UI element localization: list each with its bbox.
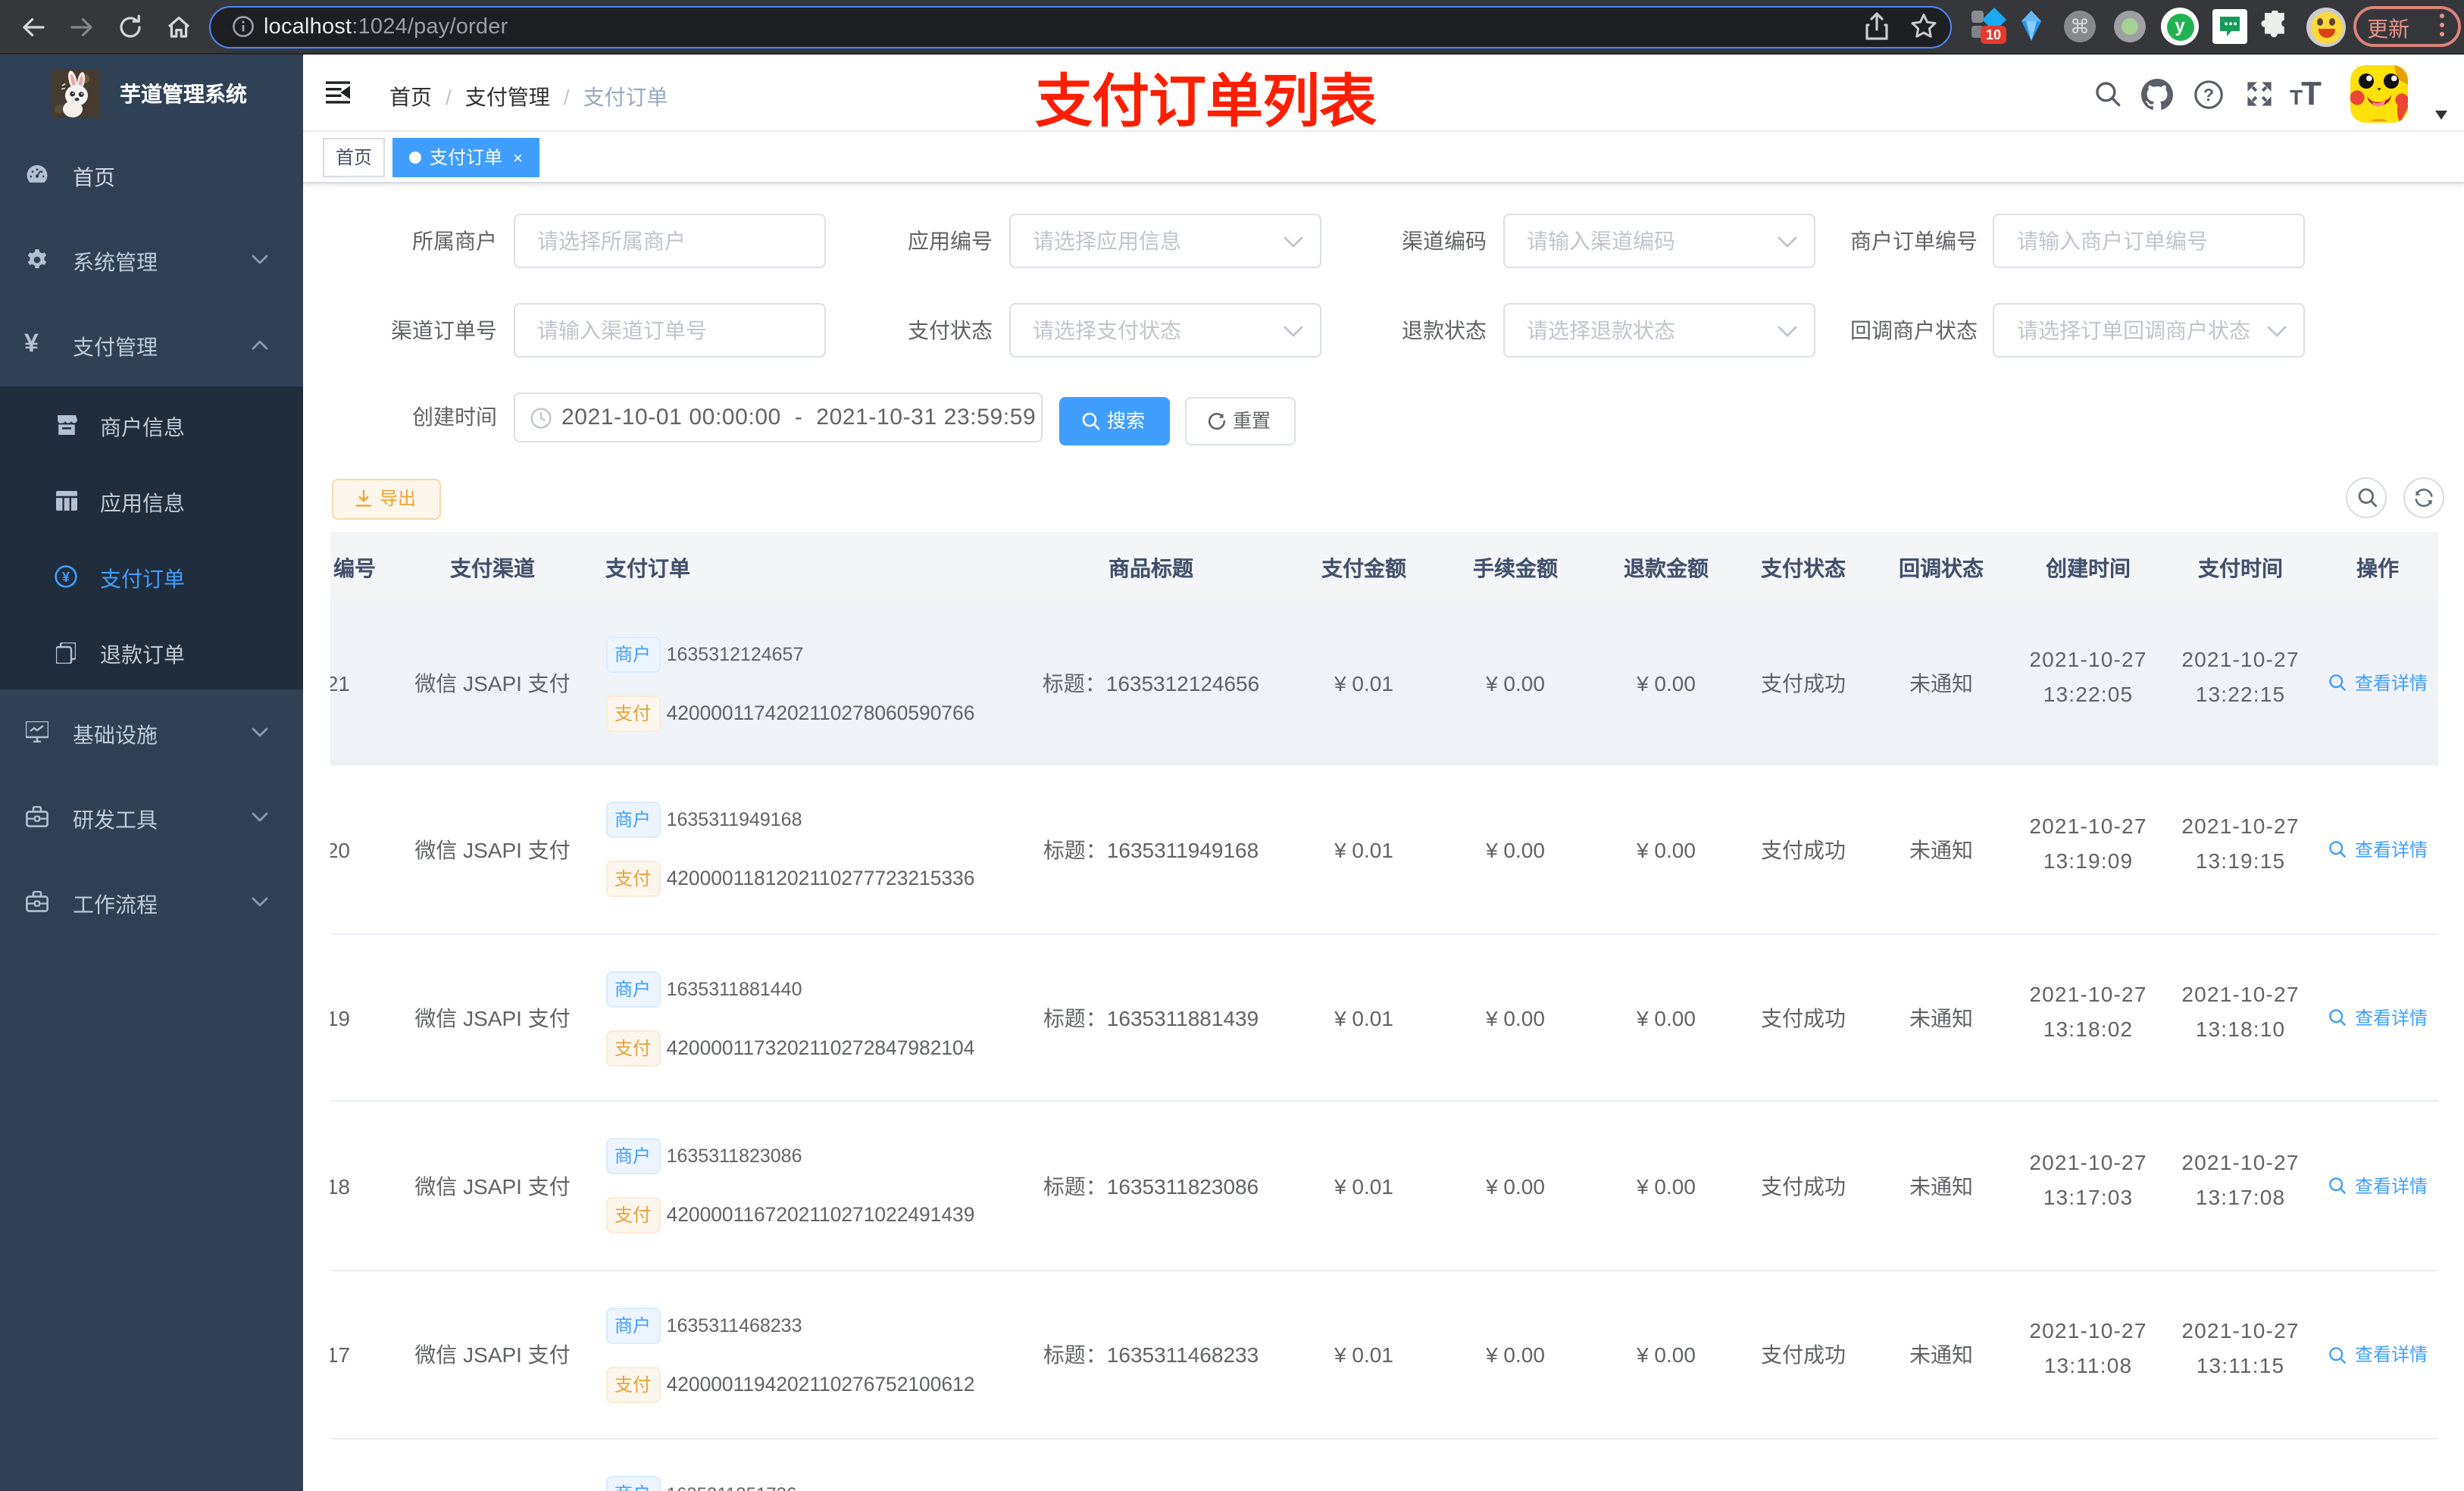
svg-text:¥: ¥ bbox=[62, 569, 70, 584]
svg-text:?: ? bbox=[2203, 85, 2214, 105]
